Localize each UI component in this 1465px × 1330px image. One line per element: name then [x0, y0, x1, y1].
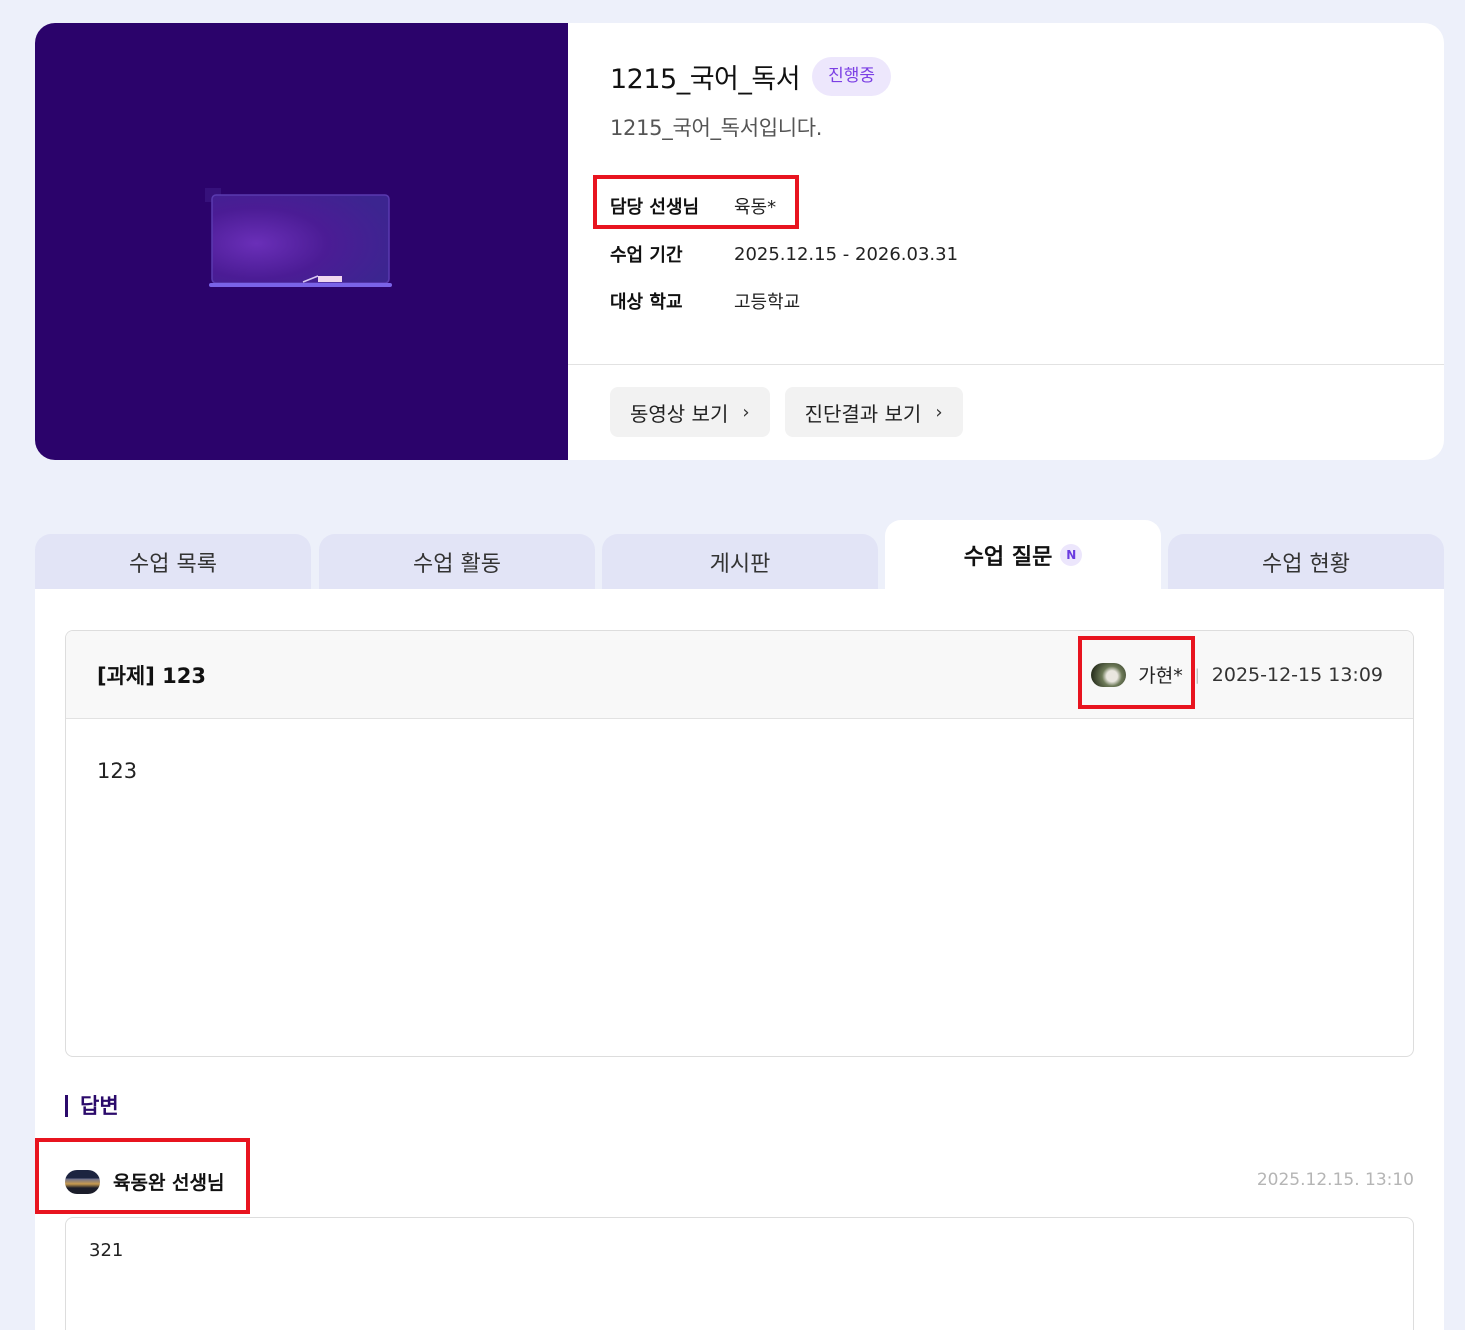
meta-label: 수업 기간 — [610, 245, 683, 266]
answer-author: 육동완 선생님 — [65, 1168, 225, 1195]
question-card: [과제] 123 가현* | 2025-12-15 13:09 123 — [65, 630, 1414, 1057]
watch-video-button[interactable]: 동영상 보기 › — [610, 387, 770, 437]
meta-value: 고등학교 — [734, 292, 801, 313]
answer-datetime: 2025.12.15. 13:10 — [1256, 1170, 1414, 1190]
tab-label: 수업 활동 — [413, 552, 501, 577]
chevron-right-icon: › — [742, 401, 750, 423]
page: 1215_국어_독서 진행중 1215_국어_독서입니다. 담당 선생님 육동*… — [0, 0, 1465, 1330]
status-badge: 진행중 — [812, 57, 891, 96]
tab-class-activity[interactable]: 수업 활동 — [319, 534, 595, 590]
new-badge: N — [1060, 544, 1083, 566]
separator: | — [1194, 665, 1200, 684]
tab-label: 수업 질문 — [963, 545, 1053, 570]
chevron-right-icon: › — [935, 401, 943, 423]
meta-label: 담당 선생님 — [610, 197, 700, 218]
course-description: 1215_국어_독서입니다. — [610, 116, 823, 140]
avatar — [65, 1169, 100, 1194]
course-title: 1215_국어_독서 — [610, 64, 801, 95]
course-card: 1215_국어_독서 진행중 1215_국어_독서입니다. 담당 선생님 육동*… — [35, 23, 1444, 460]
button-label: 동영상 보기 — [630, 401, 729, 426]
classroom-board-illustration — [205, 188, 392, 287]
question-title: [과제] 123 — [97, 664, 206, 688]
answer-author-name: 육동완 선생님 — [113, 1172, 225, 1194]
answer-card: 321 — [65, 1217, 1414, 1330]
meta-value: 육동* — [734, 197, 777, 218]
tab-class-questions[interactable]: 수업 질문 N — [885, 520, 1161, 590]
button-label: 진단결과 보기 — [804, 401, 922, 426]
tab-class-list[interactable]: 수업 목록 — [35, 534, 311, 590]
question-header: [과제] 123 가현* | 2025-12-15 13:09 — [66, 631, 1413, 719]
meta-value: 2025.12.15 - 2026.03.31 — [734, 243, 959, 265]
question-meta: 가현* | 2025-12-15 13:09 — [1091, 661, 1383, 688]
course-thumbnail — [35, 23, 568, 460]
divider — [568, 364, 1444, 365]
answer-section-label: 답변 — [65, 1095, 119, 1117]
course-title-row: 1215_국어_독서 진행중 — [610, 57, 891, 96]
meta-teacher: 담당 선생님 육동* — [610, 193, 776, 219]
question-body: 123 — [97, 759, 138, 783]
tab-class-status[interactable]: 수업 현황 — [1168, 534, 1444, 590]
avatar — [1091, 662, 1127, 687]
question-author: 가현* — [1138, 665, 1183, 687]
tab-label: 수업 목록 — [129, 552, 217, 577]
meta-label: 대상 학교 — [610, 292, 683, 313]
view-diagnosis-button[interactable]: 진단결과 보기 › — [784, 387, 963, 437]
meta-school: 대상 학교 고등학교 — [610, 288, 800, 314]
tab-board[interactable]: 게시판 — [602, 534, 878, 590]
question-datetime: 2025-12-15 13:09 — [1211, 663, 1383, 686]
answer-body: 321 — [89, 1240, 124, 1261]
tab-label: 수업 현황 — [1262, 552, 1350, 577]
course-info: 1215_국어_독서 진행중 1215_국어_독서입니다. 담당 선생님 육동*… — [568, 23, 1444, 460]
tab-label: 게시판 — [709, 552, 771, 577]
question-panel: [과제] 123 가현* | 2025-12-15 13:09 123 답변 육… — [35, 589, 1444, 1330]
course-actions: 동영상 보기 › 진단결과 보기 › — [610, 387, 963, 437]
meta-period: 수업 기간 2025.12.15 - 2026.03.31 — [610, 241, 958, 267]
